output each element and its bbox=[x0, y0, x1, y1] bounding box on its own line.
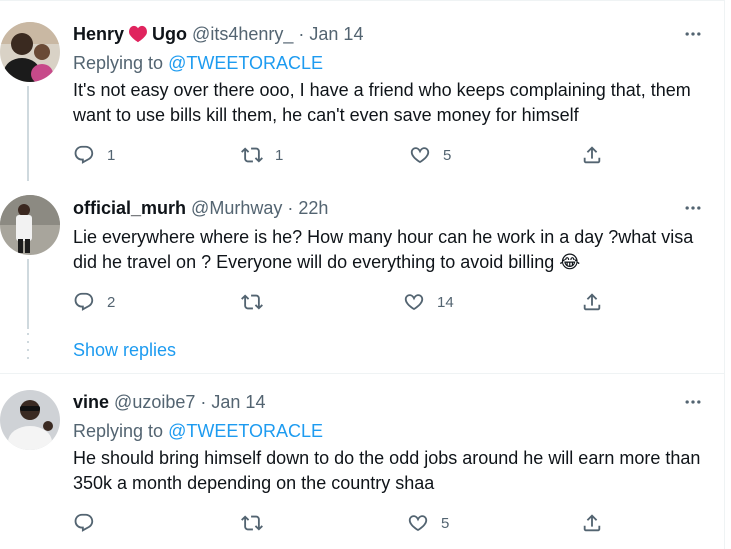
share-button[interactable] bbox=[581, 143, 603, 167]
like-icon bbox=[407, 512, 429, 534]
like-icon bbox=[409, 144, 431, 166]
more-icon[interactable] bbox=[683, 24, 703, 44]
like-count: 5 bbox=[443, 146, 452, 164]
replying-prefix: Replying to bbox=[73, 53, 169, 73]
thread-line bbox=[27, 86, 29, 181]
reply-count: 2 bbox=[107, 293, 116, 311]
reply-count: 1 bbox=[107, 146, 116, 164]
tweet-text: It's not easy over there ooo, I have a f… bbox=[73, 80, 691, 125]
separator: · bbox=[298, 24, 305, 44]
timestamp[interactable]: Jan 14 bbox=[309, 24, 363, 44]
replying-to: Replying to @TWEETORACLE bbox=[73, 52, 323, 74]
reply-button[interactable]: 1 bbox=[73, 143, 115, 167]
like-count: 5 bbox=[441, 514, 450, 532]
reply-button[interactable]: 2 bbox=[73, 290, 115, 314]
replying-to: Replying to @TWEETORACLE bbox=[73, 420, 323, 442]
mention-link[interactable]: @TWEETORACLE bbox=[168, 53, 323, 73]
user-handle[interactable]: @uzoibe7 bbox=[114, 392, 195, 412]
retweet-button[interactable]: 1 bbox=[241, 143, 283, 167]
display-name[interactable]: vine bbox=[73, 392, 109, 412]
reply-icon bbox=[73, 144, 95, 166]
tweet-header: official_murh @Murhway · 22h bbox=[73, 197, 328, 219]
retweet-button[interactable] bbox=[241, 511, 275, 535]
share-button[interactable] bbox=[581, 511, 603, 535]
avatar[interactable] bbox=[0, 195, 60, 255]
like-icon bbox=[403, 291, 425, 313]
separator: · bbox=[287, 198, 294, 218]
tweet-header: vine @uzoibe7 · Jan 14 bbox=[73, 391, 265, 413]
like-button[interactable]: 5 bbox=[409, 143, 451, 167]
timestamp[interactable]: Jan 14 bbox=[211, 392, 265, 412]
retweet-icon bbox=[241, 291, 263, 313]
mention-link[interactable]: @TWEETORACLE bbox=[168, 421, 323, 441]
user-handle[interactable]: @its4henry_ bbox=[192, 24, 293, 44]
like-count: 14 bbox=[437, 293, 454, 311]
show-replies-link[interactable]: Show replies bbox=[73, 340, 176, 361]
divider bbox=[0, 373, 724, 374]
more-icon[interactable] bbox=[683, 198, 703, 218]
retweet-button[interactable] bbox=[241, 290, 275, 314]
share-icon bbox=[581, 144, 603, 166]
display-name-suffix[interactable]: Ugo bbox=[152, 24, 187, 44]
more-icon[interactable] bbox=[683, 392, 703, 412]
reply-icon bbox=[73, 512, 95, 534]
like-button[interactable]: 5 bbox=[407, 511, 449, 535]
share-icon bbox=[581, 291, 603, 313]
avatar[interactable] bbox=[0, 390, 60, 450]
reply-icon bbox=[73, 291, 95, 313]
user-handle[interactable]: @Murhway bbox=[191, 198, 282, 218]
display-name[interactable]: official_murh bbox=[73, 198, 186, 218]
like-button[interactable]: 14 bbox=[403, 290, 454, 314]
top-border bbox=[0, 0, 724, 1]
separator: · bbox=[200, 392, 207, 412]
tweet-header: Henry Ugo @its4henry_ · Jan 14 bbox=[73, 23, 363, 48]
display-name[interactable]: Henry bbox=[73, 24, 124, 44]
retweet-count: 1 bbox=[275, 146, 284, 164]
share-icon bbox=[581, 512, 603, 534]
heart-emoji-icon bbox=[128, 25, 148, 48]
retweet-icon bbox=[241, 144, 263, 166]
more-replies-dots bbox=[27, 333, 29, 361]
tweet-text: He should bring himself down to do the o… bbox=[73, 448, 701, 493]
thread-line bbox=[27, 259, 29, 329]
retweet-icon bbox=[241, 512, 263, 534]
share-button[interactable] bbox=[581, 290, 603, 314]
right-border bbox=[724, 0, 725, 549]
avatar[interactable] bbox=[0, 22, 60, 82]
reply-button[interactable] bbox=[73, 511, 107, 535]
replying-prefix: Replying to bbox=[73, 421, 169, 441]
timestamp[interactable]: 22h bbox=[298, 198, 328, 218]
tweet-text: Lie everywhere where is he? How many hou… bbox=[73, 227, 694, 272]
